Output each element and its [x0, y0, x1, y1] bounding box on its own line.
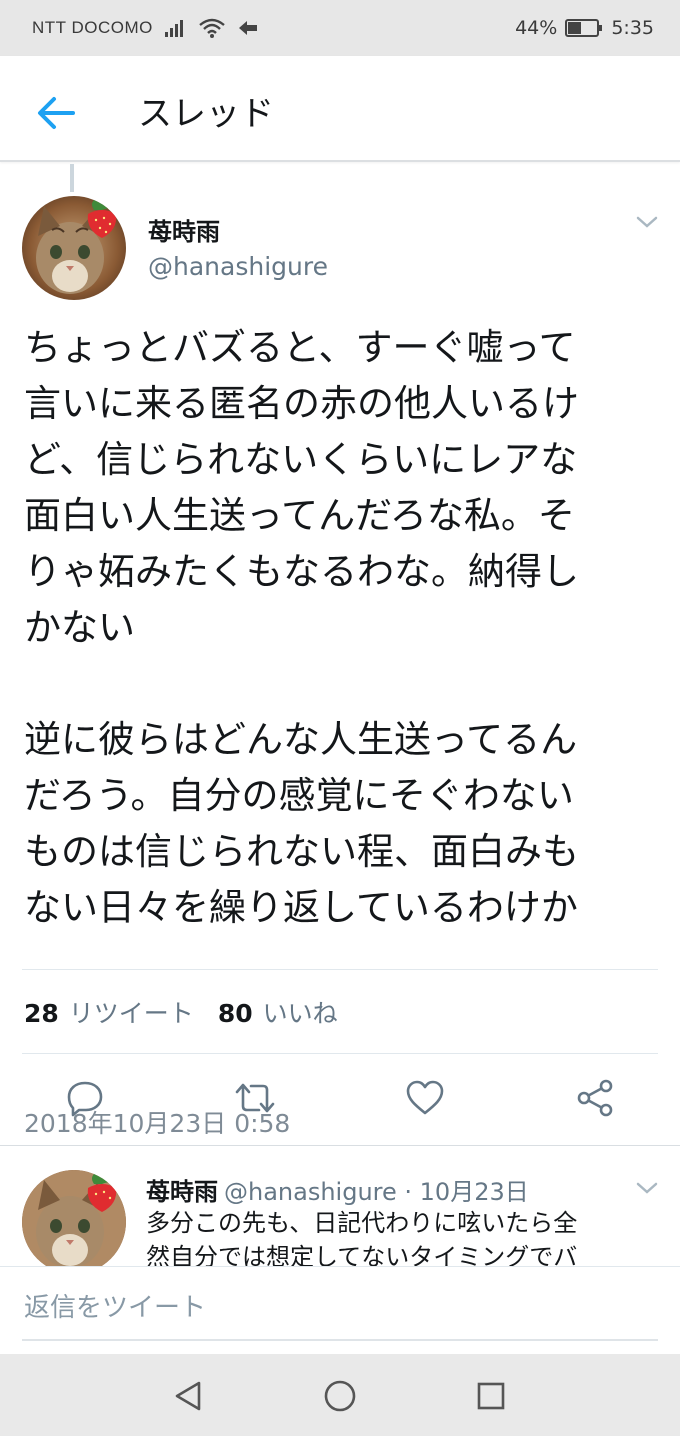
tweet-line: かない — [24, 606, 135, 649]
nav-recents-button[interactable] — [471, 1376, 511, 1416]
clock: 5:35 — [611, 17, 654, 39]
tweet-line: ちょっとバズると、すーぐ嘘って — [24, 326, 576, 369]
data-transfer-icon — [238, 21, 257, 35]
chevron-down-icon[interactable] — [636, 214, 658, 230]
arrow-left-icon — [38, 97, 75, 129]
system-nav-bar — [0, 1354, 680, 1436]
retweet-icon — [235, 1083, 275, 1113]
heart-icon — [406, 1080, 444, 1115]
retweet-label[interactable]: リツイート — [69, 994, 194, 1030]
divider — [0, 1145, 680, 1146]
reply-text: 多分この先も、日記代わりに呟いたら全 然自分では想定してないタイミングでバ — [146, 1206, 666, 1266]
display-name[interactable]: 苺時雨 — [148, 212, 220, 247]
like-button[interactable] — [403, 1076, 447, 1120]
share-icon — [577, 1079, 613, 1117]
chevron-down-icon[interactable] — [636, 1180, 658, 1196]
tweet-stats: 28 リツイート 80 いいね — [24, 994, 338, 1030]
circle-home-icon — [324, 1380, 356, 1412]
retweet-count[interactable]: 28 — [24, 999, 59, 1028]
app-header: スレッド — [0, 56, 680, 162]
wifi-icon — [199, 18, 225, 38]
cat-avatar-image — [22, 1170, 126, 1266]
compose-bar — [0, 1266, 680, 1354]
reply-line: 多分この先も、日記代わりに呟いたら全 — [146, 1209, 578, 1237]
like-count[interactable]: 80 — [218, 999, 253, 1028]
square-recents-icon — [477, 1382, 505, 1410]
nav-home-button[interactable] — [320, 1376, 360, 1416]
tweet-line: ものは信じられない程、面白みも — [24, 830, 579, 873]
tweet-line: ど、信じられないくらいにレアな — [24, 438, 578, 481]
tweet-line: ない日々を繰り返しているわけか — [24, 886, 578, 929]
tweet-line: りゃ妬みたくもなるわな。納得し — [24, 550, 579, 593]
share-button[interactable] — [573, 1076, 617, 1120]
thread-connector-line — [70, 164, 74, 192]
nav-back-button[interactable] — [168, 1376, 208, 1416]
retweet-button[interactable] — [233, 1076, 277, 1120]
avatar[interactable] — [22, 1170, 126, 1266]
reply-header: 苺時雨 @hanashigure · 10月23日 — [146, 1172, 529, 1207]
tweet-line: 言いに来る匿名の赤の他人いるけ — [24, 382, 579, 425]
status-right: 44% 5:35 — [515, 17, 654, 39]
carrier-label: NTT DOCOMO — [32, 18, 153, 37]
reply-input[interactable] — [22, 1277, 658, 1341]
back-button[interactable] — [34, 94, 76, 132]
cat-avatar-image — [22, 196, 126, 300]
tweet-line: 面白い人生送ってんだろな私。そ — [24, 494, 575, 537]
action-bar — [0, 1076, 680, 1126]
reply-line: 然自分では想定してないタイミングでバ — [146, 1243, 578, 1266]
user-handle[interactable]: @hanashigure — [148, 252, 328, 281]
status-left: NTT DOCOMO — [32, 18, 259, 38]
signal-icon — [164, 20, 183, 37]
avatar[interactable] — [22, 196, 126, 300]
reply-meta: @hanashigure · 10月23日 — [224, 1178, 529, 1206]
reply-display-name[interactable]: 苺時雨 — [146, 1178, 218, 1206]
tweet-line: 逆に彼らはどんな人生送ってるん — [24, 718, 578, 761]
reply-icon — [67, 1081, 103, 1117]
page-title: スレッド — [138, 94, 274, 134]
battery-icon — [565, 19, 603, 37]
status-bar: NTT DOCOMO 44% 5:35 — [0, 0, 680, 56]
divider — [22, 969, 658, 970]
tweet-text: ちょっとバズると、すーぐ嘘って 言いに来る匿名の赤の他人いるけ ど、信じられない… — [24, 320, 664, 936]
divider — [22, 1053, 658, 1054]
triangle-back-icon — [175, 1381, 201, 1411]
reply-tweet[interactable]: 苺時雨 @hanashigure · 10月23日 多分この先も、日記代わりに呟い… — [0, 1170, 680, 1266]
tweet-line: だろう。自分の感覚にそぐわない — [24, 774, 574, 817]
reply-button[interactable] — [63, 1076, 107, 1120]
like-label[interactable]: いいね — [263, 994, 338, 1030]
battery-percent: 44% — [515, 17, 558, 39]
